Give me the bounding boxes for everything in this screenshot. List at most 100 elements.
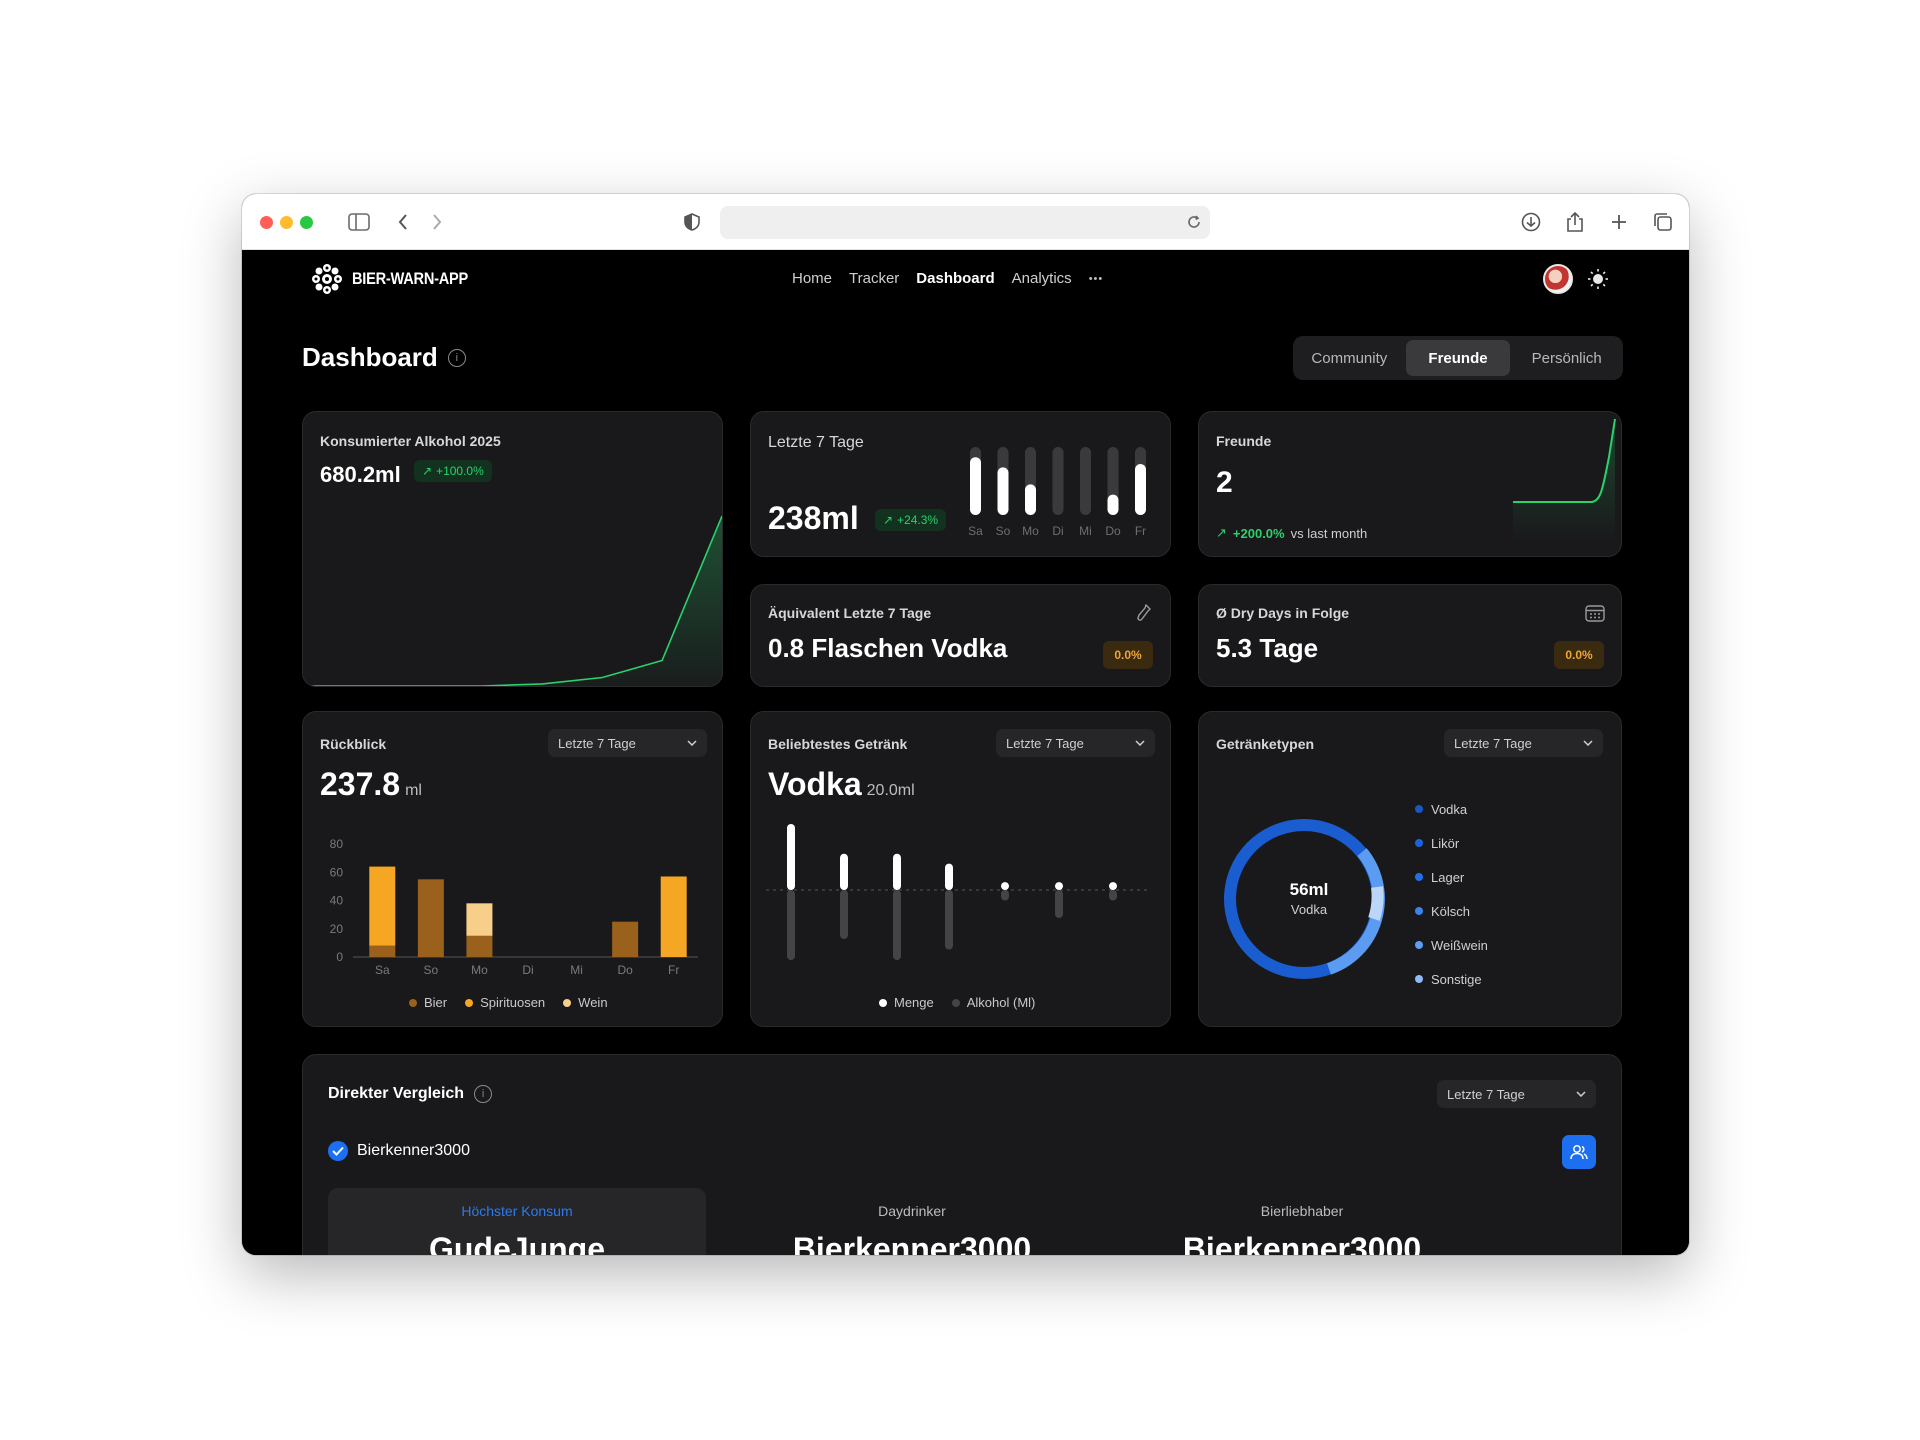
y-tick: 60 (330, 865, 344, 879)
friends-label: Freunde (1216, 433, 1272, 449)
review-legend: Bier Spirituosen Wein (409, 995, 608, 1010)
brand-logo-icon (312, 264, 342, 294)
dry-days-badge: 0.0% (1554, 641, 1604, 669)
check-icon (332, 1146, 344, 1156)
review-total: 237.8 ml (320, 766, 422, 802)
back-icon[interactable] (390, 209, 416, 235)
alcohol-line (303, 515, 722, 686)
y-tick: 20 (330, 922, 344, 936)
dashboard-page: BIER-WARN-APP Home Tracker Dashboard Ana… (242, 250, 1689, 1255)
alcohol-label: Konsumierter Alkohol 2025 (320, 433, 501, 449)
browser-toolbar (242, 194, 1689, 250)
last7-card: Letzte 7 Tage 238ml ↗ +24.3% Sa So Mo Di Mi Do… (750, 411, 1171, 557)
alkohol-bar (1109, 890, 1117, 901)
last7-mini-chart: Sa So Mo Di Mi Do Fr (968, 447, 1146, 538)
segment-freunde[interactable]: Freunde (1405, 340, 1511, 376)
user-checkbox[interactable] (328, 1141, 348, 1161)
alkohol-bar (893, 890, 901, 960)
download-icon[interactable] (1518, 209, 1544, 235)
sidebar-toggle-icon[interactable] (346, 209, 372, 235)
close-window-button[interactable] (260, 216, 273, 229)
legend-alkohol: Alkohol (Ml) (951, 995, 1035, 1010)
friends-sparkline (1513, 418, 1616, 542)
day-level-Fr (1135, 464, 1146, 515)
day-tick: Do (1105, 524, 1121, 538)
alkohol-bar (1001, 890, 1009, 901)
favorite-drink-chart (766, 824, 1151, 960)
bar-spirituosen-Sa (369, 866, 396, 946)
alcohol-value: 680.2ml (320, 462, 401, 487)
user-name: Bierkenner3000 (357, 1142, 470, 1159)
scope-segmented-control: Community Freunde Persönlich (1293, 336, 1623, 380)
nav-more-icon[interactable]: ••• (1089, 273, 1104, 285)
review-label: Rückblick (320, 736, 387, 752)
favorite-period-dropdown[interactable]: Letzte 7 Tage (996, 729, 1155, 757)
browser-window: BIER-WARN-APP Home Tracker Dashboard Ana… (242, 194, 1689, 1255)
zoom-window-button[interactable] (300, 216, 313, 229)
nav-home[interactable]: Home (792, 270, 832, 287)
x-tick: Mo (471, 963, 488, 977)
menge-bar (893, 853, 901, 890)
alkohol-bar (840, 890, 848, 939)
tab-overview-icon[interactable] (1650, 209, 1676, 235)
forward-icon[interactable] (424, 209, 450, 235)
top-navigation: BIER-WARN-APP Home Tracker Dashboard Ana… (242, 250, 1689, 310)
users-icon (1570, 1145, 1588, 1160)
bar-bier-Sa (369, 945, 396, 957)
minimize-window-button[interactable] (280, 216, 293, 229)
nav-analytics[interactable]: Analytics (1012, 270, 1072, 287)
segment-persoenlich[interactable]: Persönlich (1514, 340, 1619, 376)
legend-wein: Wein (563, 995, 608, 1010)
brand[interactable]: BIER-WARN-APP (310, 262, 487, 296)
x-tick: Mi (570, 963, 583, 977)
calendar-icon (1585, 605, 1605, 622)
comparison-col-daydrinker[interactable]: Daydrinker Bierkenner3000 (723, 1203, 1101, 1255)
legend-item: Likör (1415, 826, 1488, 860)
share-icon[interactable] (1562, 209, 1588, 235)
last7-value: 238ml (768, 500, 859, 536)
new-tab-icon[interactable] (1606, 209, 1632, 235)
bar-bier-Do (612, 921, 639, 957)
day-track (1080, 447, 1091, 515)
day-tick: Sa (968, 524, 983, 538)
privacy-shield-icon[interactable] (679, 209, 705, 235)
alcohol-line-chart (303, 515, 722, 686)
comparison-col-highest[interactable]: Höchster Konsum GudeJunge (328, 1203, 706, 1255)
legend-item: Vodka (1415, 792, 1488, 826)
nav-dashboard[interactable]: Dashboard (916, 270, 994, 287)
info-icon[interactable]: i (474, 1085, 493, 1103)
drink-types-card: Getränketypen Letzte 7 Tage 56ml Vodka V… (1198, 711, 1622, 1027)
dry-days-value: 5.3 Tage (1216, 633, 1319, 663)
trend-up-icon: ↗ (422, 464, 433, 478)
comparison-col-bierliebhaber[interactable]: Bierliebhaber Bierkenner3000 (1113, 1203, 1491, 1255)
equivalent-value: 0.8 Flaschen Vodka (768, 633, 1008, 663)
x-tick: So (424, 963, 439, 977)
reload-icon[interactable] (1186, 214, 1202, 235)
chevron-down-icon (687, 740, 697, 746)
main-nav: Home Tracker Dashboard Analytics ••• (792, 270, 1103, 287)
address-bar[interactable] (720, 206, 1210, 239)
types-period-dropdown[interactable]: Letzte 7 Tage (1444, 729, 1603, 757)
legend-item: Weißwein (1415, 928, 1488, 962)
friends-change: ↗ +200.0% vs last month (1216, 525, 1368, 541)
add-friend-button[interactable] (1562, 1135, 1596, 1169)
comparison-title: Direkter Vergleich i (328, 1085, 493, 1103)
favorite-drink: Vodka 20.0ml (768, 766, 915, 802)
day-tick: Mo (1022, 524, 1039, 538)
info-icon[interactable]: i (447, 348, 466, 367)
comparison-card: Direkter Vergleich i Letzte 7 Tage Bierk… (302, 1054, 1622, 1255)
segment-community[interactable]: Community (1297, 340, 1402, 376)
comparison-period-dropdown[interactable]: Letzte 7 Tage (1437, 1080, 1596, 1108)
avatar[interactable] (1543, 264, 1573, 294)
nav-tracker[interactable]: Tracker (849, 270, 899, 287)
dry-days-card: Ø Dry Days in Folge 5.3 Tage 0.0% (1198, 584, 1622, 687)
alkohol-bar (945, 890, 953, 950)
review-period-dropdown[interactable]: Letzte 7 Tage (548, 729, 707, 757)
review-stacked-bar-chart: 0 20 40 60 80 Sa So Mo Di Mi Do Fr (330, 837, 698, 977)
day-tick: Fr (1135, 524, 1146, 538)
menge-bar (1109, 882, 1117, 890)
day-track (1052, 447, 1064, 515)
day-tick: So (996, 524, 1011, 538)
menge-bar (787, 824, 795, 890)
theme-toggle-icon[interactable] (1587, 268, 1609, 290)
